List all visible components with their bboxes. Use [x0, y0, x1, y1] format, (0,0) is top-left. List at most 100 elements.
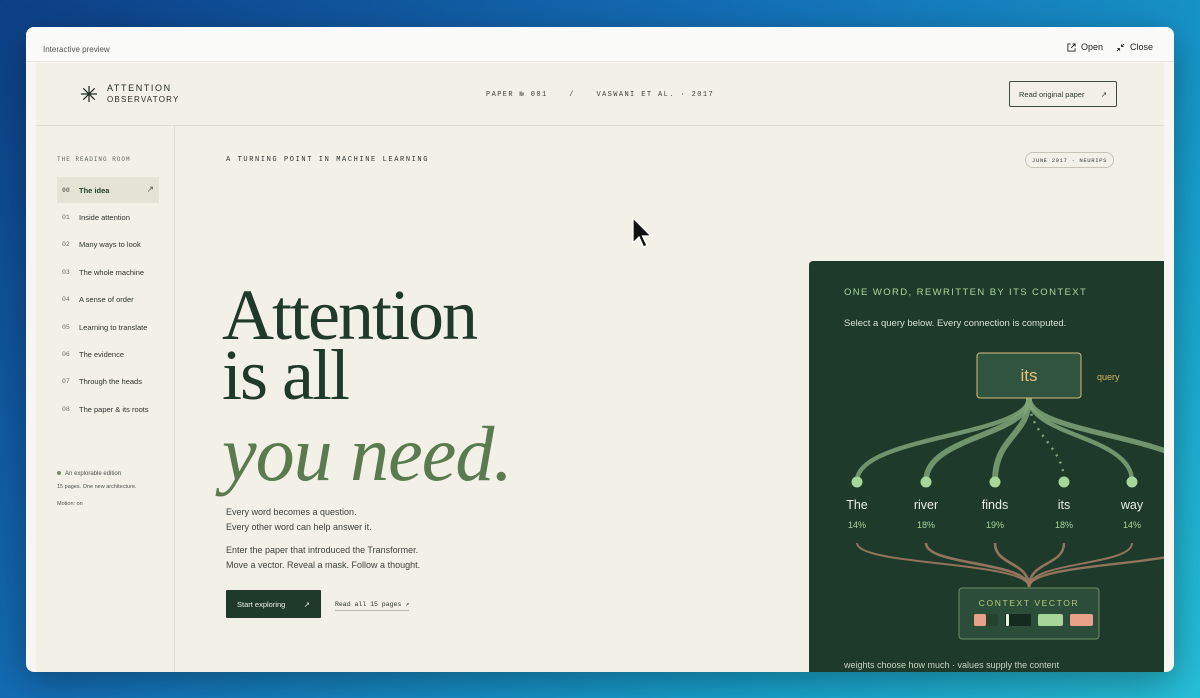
context-cell: [1070, 614, 1093, 626]
value-line: [856, 542, 1030, 588]
sidebar-item-number: 08: [62, 405, 70, 413]
read-all-pages-link[interactable]: Read all 15 pages ↗: [335, 600, 410, 611]
sidebar-item-number: 07: [62, 378, 70, 386]
brand-logo[interactable]: ATTENTION OBSERVATORY: [81, 83, 179, 105]
sidebar-item[interactable]: 01 Inside attention: [57, 204, 159, 230]
read-original-label: Read original paper: [1019, 89, 1085, 99]
meta-separator: /: [569, 91, 575, 99]
start-exploring-button[interactable]: Start exploring ↗: [226, 590, 321, 618]
token-node[interactable]: [1126, 476, 1138, 488]
arrow-up-right-icon: ↗: [303, 599, 310, 609]
paper-authors: VASWANI ET AL. · 2017: [596, 91, 715, 99]
status-dot-icon: [57, 471, 61, 476]
date-badge: JUNE 2017 · NEURIPS: [1025, 152, 1114, 168]
brand-name: ATTENTION OBSERVATORY: [107, 83, 179, 105]
pages-note: 15 pages. One new architecture.: [57, 484, 137, 490]
sidebar-item[interactable]: 08 The paper & its roots: [57, 396, 159, 422]
token-node[interactable]: [1058, 476, 1070, 488]
token-weight: 18%: [1055, 520, 1073, 530]
sidebar-item-label: Inside attention: [79, 212, 130, 222]
context-vector-box: [958, 587, 1100, 640]
open-label: Open: [1081, 42, 1104, 52]
attention-line: [854, 397, 1032, 482]
context-vector-label: CONTEXT VECTOR: [979, 598, 1080, 608]
sidebar-item-label: The evidence: [79, 349, 125, 359]
sidebar-item-number: 00: [62, 186, 70, 194]
sidebar-item-number: 03: [62, 268, 70, 276]
sidebar-item[interactable]: 03 The whole machine: [57, 259, 159, 285]
paper-meta: PAPER № 001 / VASWANI ET AL. · 2017: [486, 91, 730, 99]
arrow-up-right-icon: ↗: [1100, 89, 1107, 99]
external-link-icon: [1067, 42, 1076, 52]
viz-caption: weights choose how much · values supply …: [843, 660, 1060, 670]
sidebar-item[interactable]: 02 Many ways to look: [57, 232, 159, 258]
token-row: The14%river18%finds19%its18%way14%home17…: [846, 476, 1144, 530]
brand-line-2: OBSERVATORY: [107, 95, 180, 104]
main-content: A TURNING POINT IN MACHINE LEARNING JUNE…: [174, 125, 1164, 672]
attention-diagram: ONE WORD, REWRITTEN BY ITS CONTEXT Selec…: [843, 287, 1164, 670]
sidebar-item-label: The idea: [79, 185, 110, 195]
attention-lines: [854, 397, 1164, 482]
sidebar-item-label: A sense of order: [79, 295, 134, 305]
context-cell: [986, 614, 998, 626]
context-cell: [974, 614, 986, 626]
sidebar-item[interactable]: 05 Learning to translate: [57, 314, 159, 340]
hero-paragraph-2: Enter the paper that introduced the Tran…: [226, 545, 421, 570]
token-node[interactable]: [851, 476, 863, 488]
paper-number: PAPER № 001: [486, 91, 548, 99]
hero-title-line-3: you need.: [222, 410, 513, 497]
sidebar-item-number: 05: [62, 323, 70, 331]
hero-title-line-2: is all: [222, 335, 350, 415]
edition-note: An explorable edition: [57, 471, 121, 477]
mouse-cursor-icon: [632, 217, 653, 248]
token-weight: 14%: [848, 520, 866, 530]
sidebar: THE READING ROOM 00 The idea ↗ 01 Inside att…: [36, 125, 175, 672]
app-page: ATTENTION OBSERVATORY PAPER № 001 / VASW…: [36, 63, 1164, 672]
token-node[interactable]: [920, 476, 932, 488]
arrow-up-right-icon: ↗: [146, 184, 154, 194]
token-word: river: [914, 498, 938, 512]
sidebar-item[interactable]: 04 A sense of order: [57, 287, 159, 313]
sidebar-item[interactable]: 00 The idea ↗: [57, 177, 159, 203]
sidebar-item-number: 04: [62, 296, 70, 304]
sidebar-item[interactable]: 07 Through the heads: [57, 369, 159, 395]
attention-line: [1026, 397, 1164, 454]
query-label: query: [1097, 372, 1120, 382]
sidebar-item[interactable]: 06 The evidence: [57, 341, 159, 367]
token-word: The: [846, 498, 868, 512]
sidebar-heading: THE READING ROOM: [57, 156, 131, 163]
preview-window: Interactive preview Open Close ATTENTION: [26, 27, 1174, 672]
token-word: its: [1058, 498, 1071, 512]
start-label: Start exploring: [237, 599, 286, 609]
sidebar-item-label: Through the heads: [79, 377, 142, 387]
preview-toolbar: Interactive preview Open Close: [26, 27, 1174, 62]
token-weight: 14%: [1123, 520, 1141, 530]
attention-visualization: ONE WORD, REWRITTEN BY ITS CONTEXT Selec…: [809, 261, 1164, 672]
context-cell-marker: [1006, 614, 1009, 626]
motion-toggle[interactable]: Motion: on: [57, 501, 83, 507]
asterisk-logo-icon: [81, 86, 97, 102]
sidebar-item-label: Learning to translate: [79, 322, 148, 332]
hero-paragraph-1: Every word becomes a question. Every othe…: [226, 507, 372, 532]
close-label: Close: [1130, 42, 1154, 52]
open-button[interactable]: Open: [1067, 42, 1103, 52]
token-node[interactable]: [989, 476, 1001, 488]
token-weight: 19%: [986, 520, 1004, 530]
token-word: way: [1120, 498, 1144, 512]
sidebar-item-label: Many ways to look: [79, 240, 141, 250]
viz-instruction: Select a query below. Every connection i…: [844, 318, 1066, 329]
value-line: [1027, 556, 1164, 588]
sidebar-item-number: 06: [62, 350, 70, 358]
preview-title: Interactive preview: [43, 45, 110, 54]
sidebar-item-number: 01: [62, 213, 70, 221]
token-weight: 18%: [917, 520, 935, 530]
brand-line-1: ATTENTION: [107, 83, 172, 93]
token-word: finds: [982, 498, 1008, 512]
read-original-paper-button[interactable]: Read original paper ↗: [1009, 81, 1117, 107]
context-cell: [1038, 614, 1063, 626]
close-button[interactable]: Close: [1116, 42, 1153, 52]
collapse-icon: [1116, 43, 1125, 51]
sidebar-item-label: The paper & its roots: [79, 404, 149, 414]
site-header: ATTENTION OBSERVATORY PAPER № 001 / VASW…: [36, 63, 1164, 126]
viz-heading: ONE WORD, REWRITTEN BY ITS CONTEXT: [844, 287, 1087, 298]
